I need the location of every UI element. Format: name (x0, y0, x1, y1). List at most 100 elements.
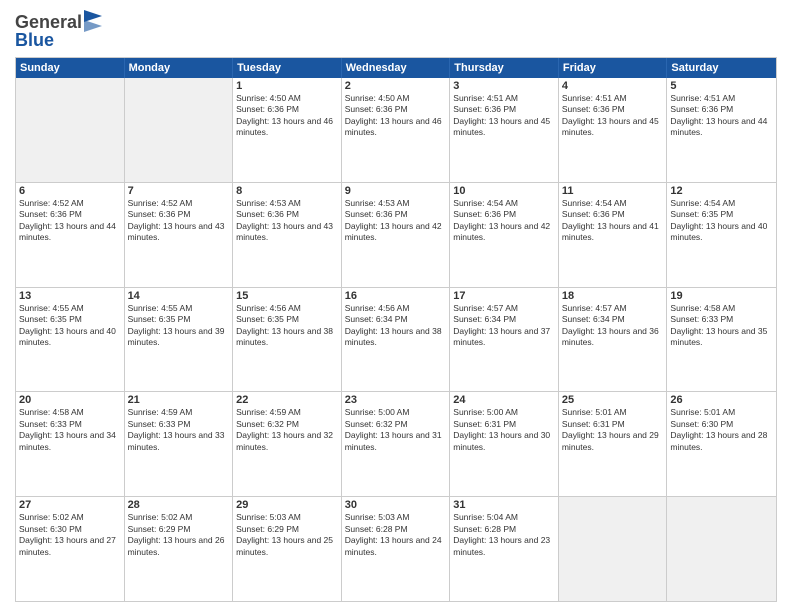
calendar-cell-day-21: 21Sunrise: 4:59 AM Sunset: 6:33 PM Dayli… (125, 392, 234, 496)
day-number: 5 (670, 80, 773, 92)
calendar-body: 1Sunrise: 4:50 AM Sunset: 6:36 PM Daylig… (16, 78, 776, 601)
cell-info: Sunrise: 4:59 AM Sunset: 6:32 PM Dayligh… (236, 407, 338, 453)
cell-info: Sunrise: 4:57 AM Sunset: 6:34 PM Dayligh… (562, 303, 664, 349)
calendar-cell-day-1: 1Sunrise: 4:50 AM Sunset: 6:36 PM Daylig… (233, 78, 342, 182)
cell-info: Sunrise: 4:55 AM Sunset: 6:35 PM Dayligh… (128, 303, 230, 349)
calendar-page: General Blue SundayMondayTuesdayWednesda… (0, 0, 792, 612)
calendar-cell-day-4: 4Sunrise: 4:51 AM Sunset: 6:36 PM Daylig… (559, 78, 668, 182)
weekday-header-monday: Monday (125, 58, 234, 78)
day-number: 24 (453, 394, 555, 406)
day-number: 19 (670, 290, 773, 302)
cell-info: Sunrise: 4:54 AM Sunset: 6:35 PM Dayligh… (670, 198, 773, 244)
cell-info: Sunrise: 4:59 AM Sunset: 6:33 PM Dayligh… (128, 407, 230, 453)
weekday-header-sunday: Sunday (16, 58, 125, 78)
day-number: 8 (236, 185, 338, 197)
calendar-cell-day-5: 5Sunrise: 4:51 AM Sunset: 6:36 PM Daylig… (667, 78, 776, 182)
calendar: SundayMondayTuesdayWednesdayThursdayFrid… (15, 57, 777, 602)
calendar-cell-day-17: 17Sunrise: 4:57 AM Sunset: 6:34 PM Dayli… (450, 288, 559, 392)
cell-info: Sunrise: 4:54 AM Sunset: 6:36 PM Dayligh… (562, 198, 664, 244)
calendar-cell-day-16: 16Sunrise: 4:56 AM Sunset: 6:34 PM Dayli… (342, 288, 451, 392)
calendar-cell-day-10: 10Sunrise: 4:54 AM Sunset: 6:36 PM Dayli… (450, 183, 559, 287)
header: General Blue (15, 10, 777, 51)
calendar-cell-day-2: 2Sunrise: 4:50 AM Sunset: 6:36 PM Daylig… (342, 78, 451, 182)
cell-info: Sunrise: 5:00 AM Sunset: 6:31 PM Dayligh… (453, 407, 555, 453)
cell-info: Sunrise: 4:53 AM Sunset: 6:36 PM Dayligh… (236, 198, 338, 244)
day-number: 1 (236, 80, 338, 92)
calendar-cell-day-11: 11Sunrise: 4:54 AM Sunset: 6:36 PM Dayli… (559, 183, 668, 287)
cell-info: Sunrise: 4:51 AM Sunset: 6:36 PM Dayligh… (670, 93, 773, 139)
day-number: 21 (128, 394, 230, 406)
day-number: 13 (19, 290, 121, 302)
cell-info: Sunrise: 4:52 AM Sunset: 6:36 PM Dayligh… (19, 198, 121, 244)
cell-info: Sunrise: 5:01 AM Sunset: 6:31 PM Dayligh… (562, 407, 664, 453)
calendar-cell-empty (559, 497, 668, 601)
cell-info: Sunrise: 4:58 AM Sunset: 6:33 PM Dayligh… (670, 303, 773, 349)
weekday-header-thursday: Thursday (450, 58, 559, 78)
calendar-cell-day-31: 31Sunrise: 5:04 AM Sunset: 6:28 PM Dayli… (450, 497, 559, 601)
calendar-cell-day-18: 18Sunrise: 4:57 AM Sunset: 6:34 PM Dayli… (559, 288, 668, 392)
weekday-header-saturday: Saturday (667, 58, 776, 78)
calendar-cell-day-30: 30Sunrise: 5:03 AM Sunset: 6:28 PM Dayli… (342, 497, 451, 601)
calendar-row-3: 13 Sunrise: 4:55 AM Sunset: 6:35 PM Dayli… (16, 287, 776, 392)
calendar-cell-day-27: 27Sunrise: 5:02 AM Sunset: 6:30 PM Dayli… (16, 497, 125, 601)
calendar-cell-day-20: 20Sunrise: 4:58 AM Sunset: 6:33 PM Dayli… (16, 392, 125, 496)
calendar-cell-day-28: 28Sunrise: 5:02 AM Sunset: 6:29 PM Dayli… (125, 497, 234, 601)
calendar-cell-day-9: 9Sunrise: 4:53 AM Sunset: 6:36 PM Daylig… (342, 183, 451, 287)
cell-info: Sunrise: 4:50 AM Sunset: 6:36 PM Dayligh… (236, 93, 338, 139)
calendar-cell-day-3: 3Sunrise: 4:51 AM Sunset: 6:36 PM Daylig… (450, 78, 559, 182)
calendar-row-2: 6Sunrise: 4:52 AM Sunset: 6:36 PM Daylig… (16, 182, 776, 287)
cell-info: Sunrise: 4:58 AM Sunset: 6:33 PM Dayligh… (19, 407, 121, 453)
calendar-header: SundayMondayTuesdayWednesdayThursdayFrid… (16, 58, 776, 78)
weekday-header-wednesday: Wednesday (342, 58, 451, 78)
calendar-cell-day-22: 22Sunrise: 4:59 AM Sunset: 6:32 PM Dayli… (233, 392, 342, 496)
calendar-cell-day-14: 14Sunrise: 4:55 AM Sunset: 6:35 PM Dayli… (125, 288, 234, 392)
calendar-cell-day-12: 12Sunrise: 4:54 AM Sunset: 6:35 PM Dayli… (667, 183, 776, 287)
day-number: 18 (562, 290, 664, 302)
cell-info: Sunrise: 4:51 AM Sunset: 6:36 PM Dayligh… (453, 93, 555, 139)
day-number: 4 (562, 80, 664, 92)
day-number: 26 (670, 394, 773, 406)
cell-info: Sunrise: 5:00 AM Sunset: 6:32 PM Dayligh… (345, 407, 447, 453)
day-number: 27 (19, 499, 121, 511)
day-number: 3 (453, 80, 555, 92)
day-number: 9 (345, 185, 447, 197)
day-number: 15 (236, 290, 338, 302)
cell-info: Sunrise: 5:02 AM Sunset: 6:30 PM Dayligh… (19, 512, 121, 558)
cell-info: Sunrise: 4:56 AM Sunset: 6:34 PM Dayligh… (345, 303, 447, 349)
calendar-cell-day-13: 13Sunrise: 4:55 AM Sunset: 6:35 PM Dayli… (16, 288, 125, 392)
calendar-cell-day-7: 7Sunrise: 4:52 AM Sunset: 6:36 PM Daylig… (125, 183, 234, 287)
calendar-cell-day-6: 6Sunrise: 4:52 AM Sunset: 6:36 PM Daylig… (16, 183, 125, 287)
cell-info: Sunrise: 5:03 AM Sunset: 6:28 PM Dayligh… (345, 512, 447, 558)
cell-info: Sunrise: 4:51 AM Sunset: 6:36 PM Dayligh… (562, 93, 664, 139)
calendar-cell-empty (125, 78, 234, 182)
day-number: 12 (670, 185, 773, 197)
day-number: 16 (345, 290, 447, 302)
calendar-row-4: 20Sunrise: 4:58 AM Sunset: 6:33 PM Dayli… (16, 391, 776, 496)
cell-info: Sunrise: 4:52 AM Sunset: 6:36 PM Dayligh… (128, 198, 230, 244)
logo-blue-text: Blue (15, 30, 102, 51)
calendar-cell-day-25: 25Sunrise: 5:01 AM Sunset: 6:31 PM Dayli… (559, 392, 668, 496)
calendar-cell-day-26: 26Sunrise: 5:01 AM Sunset: 6:30 PM Dayli… (667, 392, 776, 496)
day-number: 29 (236, 499, 338, 511)
calendar-row-5: 27Sunrise: 5:02 AM Sunset: 6:30 PM Dayli… (16, 496, 776, 601)
calendar-cell-empty (667, 497, 776, 601)
weekday-header-tuesday: Tuesday (233, 58, 342, 78)
day-number: 28 (128, 499, 230, 511)
calendar-cell-day-29: 29Sunrise: 5:03 AM Sunset: 6:29 PM Dayli… (233, 497, 342, 601)
day-number: 22 (236, 394, 338, 406)
calendar-cell-day-24: 24Sunrise: 5:00 AM Sunset: 6:31 PM Dayli… (450, 392, 559, 496)
day-number: 14 (128, 290, 230, 302)
calendar-cell-day-19: 19Sunrise: 4:58 AM Sunset: 6:33 PM Dayli… (667, 288, 776, 392)
cell-info: Sunrise: 5:01 AM Sunset: 6:30 PM Dayligh… (670, 407, 773, 453)
day-number: 6 (19, 185, 121, 197)
day-number: 11 (562, 185, 664, 197)
cell-info: Sunrise: 4:57 AM Sunset: 6:34 PM Dayligh… (453, 303, 555, 349)
cell-info: Sunrise: 5:04 AM Sunset: 6:28 PM Dayligh… (453, 512, 555, 558)
calendar-cell-day-15: 15Sunrise: 4:56 AM Sunset: 6:35 PM Dayli… (233, 288, 342, 392)
calendar-cell-day-8: 8Sunrise: 4:53 AM Sunset: 6:36 PM Daylig… (233, 183, 342, 287)
cell-info: Sunrise: 4:54 AM Sunset: 6:36 PM Dayligh… (453, 198, 555, 244)
weekday-header-friday: Friday (559, 58, 668, 78)
logo: General Blue (15, 10, 102, 51)
day-number: 20 (19, 394, 121, 406)
day-number: 10 (453, 185, 555, 197)
